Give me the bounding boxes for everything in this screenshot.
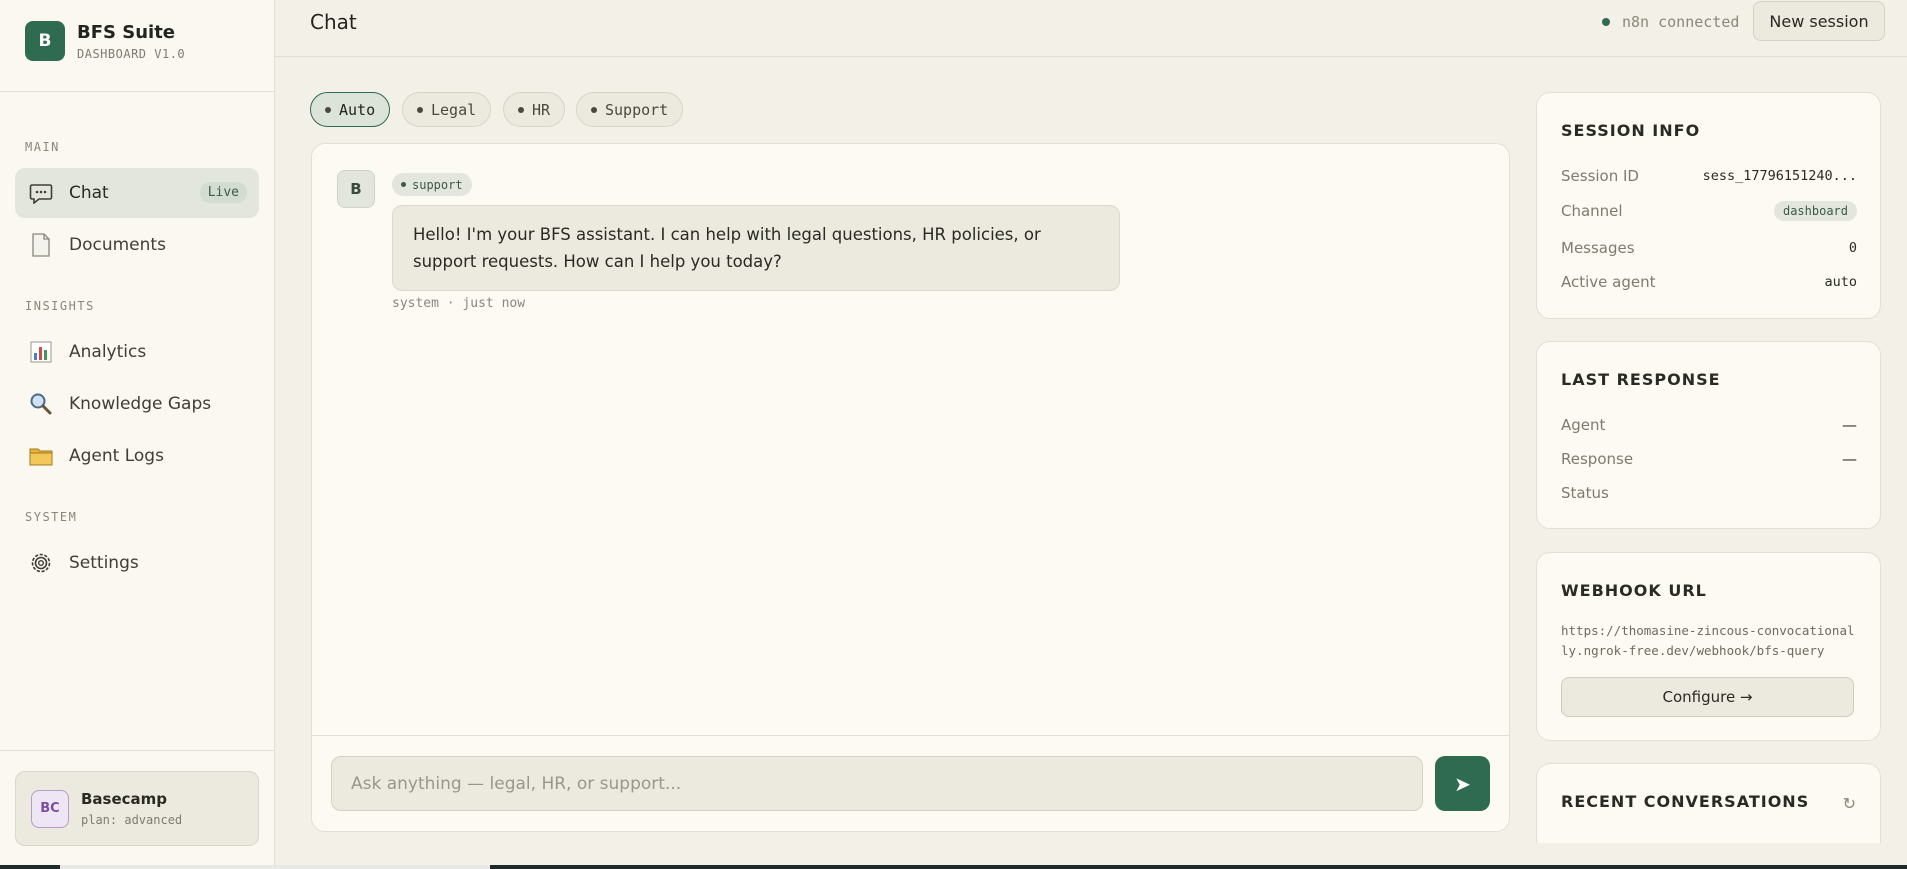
new-session-button[interactable]: New session — [1753, 1, 1885, 41]
agent-value: — — [1842, 416, 1857, 434]
send-icon: ➤ — [1454, 771, 1471, 796]
card-title: LAST RESPONSE — [1561, 370, 1721, 389]
agent-chip-hr[interactable]: HR — [503, 92, 566, 127]
status-row: Status — [1561, 484, 1857, 502]
section-label-main: MAIN — [25, 140, 60, 154]
recent-conversations-card: RECENT CONVERSATIONS ↻ — [1536, 763, 1881, 843]
sidebar-item-knowledge-gaps[interactable]: Knowledge Gaps — [15, 379, 259, 429]
sidebar: B BFS Suite DASHBOARD V1.0 MAIN Chat Liv… — [0, 0, 275, 869]
configure-button[interactable]: Configure → — [1561, 677, 1854, 717]
sidebar-item-label: Settings — [69, 553, 139, 573]
connection-status-label: n8n connected — [1622, 13, 1740, 31]
row-key: Messages — [1561, 239, 1635, 257]
active-agent-row: Active agent auto — [1561, 273, 1857, 291]
messages-row: Messages 0 — [1561, 239, 1857, 257]
sidebar-item-label: Analytics — [69, 342, 147, 362]
channel-badge: dashboard — [1773, 201, 1857, 221]
sidebar-item-label: Documents — [69, 235, 166, 255]
user-card[interactable]: BC Basecamp plan: advanced — [15, 771, 259, 846]
chip-label: Legal — [431, 100, 477, 119]
top-header: Chat n8n connected New session — [275, 0, 1907, 57]
status-dot-icon — [1602, 18, 1610, 26]
channel-row: Channel dashboard — [1561, 201, 1857, 221]
card-title: SESSION INFO — [1561, 121, 1701, 140]
agent-chip-auto[interactable]: Auto — [310, 92, 391, 127]
sidebar-item-chat[interactable]: Chat Live — [15, 168, 259, 218]
session-id-value: sess_17796151240... — [1702, 168, 1857, 184]
dot-icon — [417, 106, 423, 113]
page-title: Chat — [310, 10, 357, 34]
message-meta: system · just now — [392, 296, 526, 311]
card-title: WEBHOOK URL — [1561, 581, 1707, 600]
document-icon — [29, 233, 53, 257]
row-key: Active agent — [1561, 273, 1656, 291]
row-key: Channel — [1561, 202, 1623, 220]
response-row: Response — — [1561, 450, 1857, 468]
sidebar-item-agent-logs[interactable]: Agent Logs — [15, 431, 259, 481]
chip-label: HR — [532, 100, 551, 119]
chat-bubble-icon — [29, 181, 53, 205]
send-button[interactable]: ➤ — [1435, 756, 1490, 811]
dot-icon — [325, 106, 331, 113]
user-name: Basecamp — [81, 790, 168, 808]
agent-row: Agent — — [1561, 416, 1857, 434]
webhook-card: WEBHOOK URL https://thomasine-zincous-co… — [1536, 552, 1881, 741]
brand-subtitle: DASHBOARD V1.0 — [77, 46, 186, 61]
taskbar-segment — [60, 865, 490, 869]
messages-count: 0 — [1848, 240, 1857, 256]
chip-label: Auto — [339, 100, 376, 119]
message-bubble: Hello! I'm your BFS assistant. I can hel… — [392, 205, 1120, 291]
magnifier-icon — [29, 392, 53, 416]
last-response-card: LAST RESPONSE Agent — Response — Status — [1536, 341, 1881, 529]
row-key: Session ID — [1561, 167, 1639, 185]
chip-label: Support — [605, 100, 669, 119]
refresh-icon[interactable]: ↻ — [1843, 794, 1856, 813]
chat-panel: B support Hello! I'm your BFS assistant.… — [311, 143, 1510, 832]
taskbar-strip — [0, 865, 1907, 869]
brand-logo: B — [25, 21, 65, 61]
input-bar: ➤ — [312, 735, 1509, 831]
gear-icon — [29, 551, 53, 575]
agent-tag-label: support — [412, 177, 463, 192]
agent-tag: support — [392, 173, 472, 196]
avatar: BC — [31, 789, 69, 828]
sidebar-item-analytics[interactable]: Analytics — [15, 327, 259, 377]
chat-input[interactable] — [331, 756, 1423, 811]
divider — [0, 91, 274, 92]
brand[interactable]: B BFS Suite DASHBOARD V1.0 — [25, 21, 185, 61]
card-title: RECENT CONVERSATIONS — [1561, 792, 1810, 811]
connection-status: n8n connected — [1602, 13, 1739, 31]
bar-chart-icon — [29, 340, 53, 364]
sidebar-item-documents[interactable]: Documents — [15, 220, 259, 270]
sidebar-item-label: Knowledge Gaps — [69, 394, 212, 414]
user-plan: plan: advanced — [81, 813, 183, 827]
response-value: — — [1842, 450, 1857, 468]
divider — [0, 750, 274, 751]
dot-icon — [518, 106, 524, 113]
agent-chip-legal[interactable]: Legal — [402, 92, 492, 127]
row-key: Status — [1561, 484, 1609, 502]
sidebar-item-settings[interactable]: Settings — [15, 538, 259, 588]
row-key: Agent — [1561, 416, 1606, 434]
section-label-insights: INSIGHTS — [25, 299, 95, 313]
session-id-row: Session ID sess_17796151240... — [1561, 167, 1857, 185]
live-badge: Live — [199, 182, 247, 203]
agent-chip-support[interactable]: Support — [576, 92, 684, 127]
assistant-avatar: B — [337, 170, 375, 208]
brand-name: BFS Suite — [77, 21, 176, 43]
dot-icon — [591, 106, 597, 113]
sidebar-item-label: Agent Logs — [69, 446, 164, 466]
active-agent-value: auto — [1824, 274, 1857, 290]
webhook-url: https://thomasine-zincous-convocationall… — [1561, 623, 1855, 658]
dot-icon — [401, 182, 406, 187]
folder-icon — [29, 444, 53, 468]
session-info-card: SESSION INFO Session ID sess_17796151240… — [1536, 92, 1881, 319]
sidebar-item-label: Chat — [69, 183, 109, 203]
section-label-system: SYSTEM — [25, 510, 78, 524]
row-key: Response — [1561, 450, 1634, 468]
